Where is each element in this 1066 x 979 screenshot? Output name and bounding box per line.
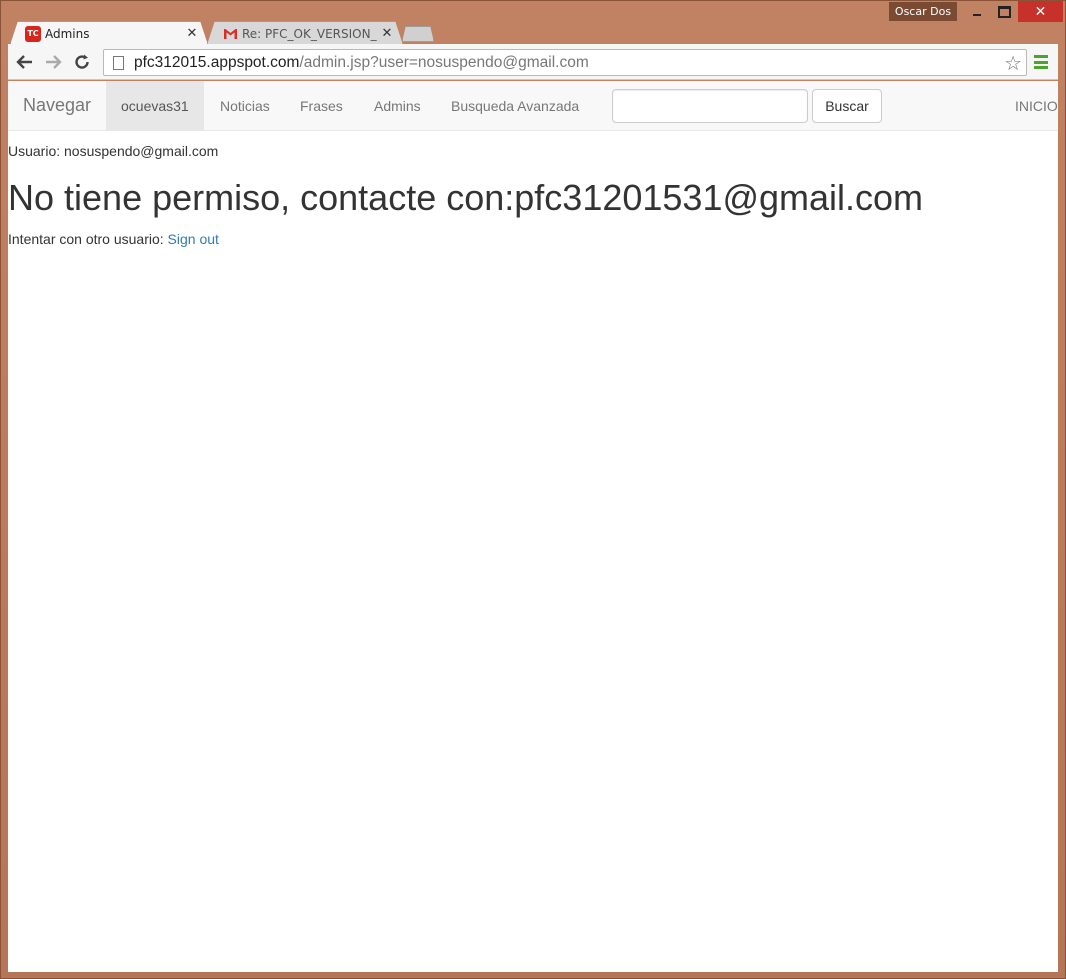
user-line: Usuario: nosuspendo@gmail.com (8, 143, 219, 159)
maximize-icon[interactable] (992, 1, 1016, 22)
nav-item-busqueda-avanzada[interactable]: Busqueda Avanzada (436, 81, 594, 131)
site-navbar: Navegar ocuevas31 Noticias Frases Admins… (8, 81, 1058, 131)
address-bar[interactable]: pfc312015.appspot.com/admin.jsp?user=nos… (103, 49, 1027, 76)
close-icon: ✕ (1034, 3, 1047, 19)
nav-item-ocuevas31[interactable]: ocuevas31 (106, 81, 204, 131)
minimize-icon[interactable] (965, 1, 989, 22)
nav-item-noticias[interactable]: Noticias (205, 81, 285, 131)
close-window-button[interactable]: ✕ (1018, 1, 1063, 22)
app-favicon-icon: TC (25, 25, 41, 42)
retry-label: Intentar con otro usuario: (8, 230, 168, 247)
new-tab-button[interactable] (402, 26, 434, 42)
reload-icon[interactable] (71, 52, 93, 72)
tab-title: Admins (45, 26, 90, 41)
tab-title: Re: PFC_OK_VERSION_1_C (242, 26, 378, 41)
sign-out-link[interactable]: Sign out (168, 231, 219, 247)
tab-admins[interactable]: TC Admins ✕ (10, 21, 208, 45)
back-arrow-icon[interactable] (14, 52, 36, 72)
gmail-icon (222, 26, 238, 42)
tab-close-icon[interactable]: ✕ (183, 26, 201, 41)
search-input[interactable] (612, 89, 808, 123)
tab-close-icon[interactable]: ✕ (378, 26, 396, 41)
bookmark-star-icon[interactable]: ☆ (1004, 51, 1022, 76)
url-path: /admin.jsp?user=nosuspendo@gmail.com (299, 53, 589, 71)
main-content: Usuario: nosuspendo@gmail.com No tiene p… (8, 143, 1058, 247)
browser-toolbar: pfc312015.appspot.com/admin.jsp?user=nos… (8, 44, 1058, 80)
forward-arrow-icon[interactable] (42, 52, 64, 72)
nav-item-admins[interactable]: Admins (359, 81, 436, 131)
retry-line: Intentar con otro usuario: Sign out (8, 231, 1058, 247)
tab-gmail[interactable]: Re: PFC_OK_VERSION_1_C ✕ (207, 21, 403, 45)
page-icon (113, 55, 124, 70)
navbar-brand[interactable]: Navegar (23, 95, 91, 116)
nav-item-inicio[interactable]: INICIO (1015, 81, 1058, 131)
search-button[interactable]: Buscar (812, 89, 882, 123)
url-host: pfc312015.appspot.com (134, 53, 300, 71)
page-viewport: Navegar ocuevas31 Noticias Frases Admins… (8, 81, 1058, 972)
chrome-menu-icon[interactable] (1034, 55, 1048, 69)
nav-item-frases[interactable]: Frases (285, 81, 358, 131)
profile-badge[interactable]: Oscar Dos (889, 2, 957, 21)
page-title: No tiene permiso, contacte con:pfc312015… (8, 177, 924, 218)
